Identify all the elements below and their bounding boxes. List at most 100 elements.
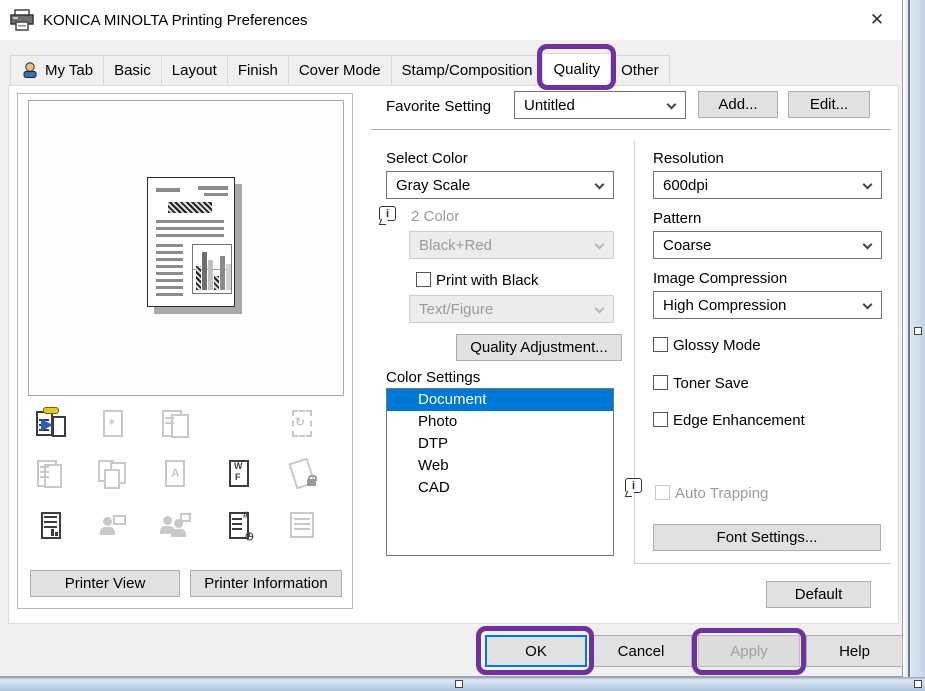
edit-label: Edit...: [810, 96, 848, 113]
watermark-icon: ✶: [96, 407, 130, 441]
close-icon[interactable]: ✕: [862, 5, 892, 35]
info-icon: i: [625, 478, 642, 493]
help-label: Help: [839, 643, 870, 660]
toner-save-checkbox[interactable]: [653, 375, 668, 390]
chevron-down-icon: [863, 240, 873, 250]
text-figure-select: Text/Figure: [409, 295, 614, 323]
preview-panel: ✶ ↻ A WF: [17, 93, 353, 609]
image-compression-value: High Compression: [663, 297, 786, 314]
two-color-value: Black+Red: [419, 237, 492, 254]
ok-button[interactable]: OK: [485, 635, 587, 667]
tab-label: Finish: [238, 62, 278, 79]
default-separator: [634, 563, 891, 564]
copies-icon: [158, 407, 192, 441]
cancel-button[interactable]: Cancel: [590, 635, 692, 667]
printer-information-button[interactable]: Printer Information: [190, 570, 342, 597]
printer-icon: [10, 9, 34, 31]
tab-other[interactable]: Other: [610, 55, 670, 86]
chevron-down-icon: [595, 180, 605, 190]
resolution-select[interactable]: 600dpi: [653, 171, 882, 199]
favorite-setting-label: Favorite Setting: [386, 98, 491, 115]
edge-enhancement-checkbox[interactable]: [653, 412, 668, 427]
quality-adjustment-button[interactable]: Quality Adjustment...: [456, 334, 622, 361]
glossy-mode-label: Glossy Mode: [673, 337, 761, 354]
apply-label: Apply: [730, 643, 768, 660]
color-settings-label: Color Settings: [386, 369, 480, 386]
apply-button: Apply: [698, 635, 800, 667]
tab-quality[interactable]: Quality: [542, 53, 611, 86]
edge-enhancement-label: Edge Enhancement: [673, 412, 805, 429]
window-title: KONICA MINOLTA Printing Preferences: [43, 12, 308, 29]
tab-strip: My Tab Basic Layout Finish Cover Mode St…: [10, 53, 669, 86]
resolution-label: Resolution: [653, 150, 724, 167]
page-number-icon: # ◷: [222, 509, 256, 543]
tab-label: Layout: [172, 62, 217, 79]
toner-save-label: Toner Save: [673, 375, 749, 392]
tab-label: My Tab: [45, 62, 93, 79]
list-item-dtp[interactable]: DTP: [387, 433, 613, 455]
tab-label: Other: [621, 62, 659, 79]
chevron-down-icon: [595, 304, 605, 314]
glossy-mode-checkbox[interactable]: [653, 337, 668, 352]
default-label: Default: [795, 586, 843, 603]
help-button[interactable]: Help: [806, 635, 903, 667]
tab-label: Stamp/Composition: [402, 62, 533, 79]
tab-label: Basic: [114, 62, 151, 79]
pattern-select[interactable]: Coarse: [653, 231, 882, 259]
cancel-label: Cancel: [618, 643, 665, 660]
print-with-black-checkbox[interactable]: [416, 272, 431, 287]
selection-handle[interactable]: [455, 680, 463, 688]
combination-icon: [96, 457, 130, 491]
two-color-select: Black+Red: [409, 231, 614, 259]
printer-view-button[interactable]: Printer View: [30, 570, 180, 597]
tab-stamp-composition[interactable]: Stamp/Composition: [391, 55, 544, 86]
paper-settings-icon: [285, 509, 319, 543]
chevron-down-icon: [863, 300, 873, 310]
list-item-cad[interactable]: CAD: [387, 477, 613, 499]
tab-layout[interactable]: Layout: [161, 55, 228, 86]
default-button[interactable]: Default: [766, 581, 871, 608]
add-label: Add...: [718, 96, 757, 113]
rotate-icon: ↻: [285, 407, 319, 441]
printer-view-label: Printer View: [65, 575, 146, 592]
printer-information-label: Printer Information: [204, 575, 327, 592]
collate-icon: [34, 457, 68, 491]
tab-basic[interactable]: Basic: [103, 55, 162, 86]
favorite-separator: [371, 129, 891, 130]
font-substitution-icon: A: [158, 457, 192, 491]
select-color-value: Gray Scale: [396, 177, 470, 194]
page-preview: [28, 100, 344, 396]
auto-trapping-label: Auto Trapping: [675, 485, 768, 502]
selection-handle[interactable]: [914, 680, 922, 688]
two-color-label: 2 Color: [411, 208, 459, 225]
select-color-select[interactable]: Gray Scale: [386, 171, 614, 199]
image-compression-select[interactable]: High Compression: [653, 291, 882, 319]
list-item-web[interactable]: Web: [387, 455, 613, 477]
text-figure-value: Text/Figure: [419, 301, 493, 318]
account-track-icon: [158, 509, 192, 543]
printing-preferences-dialog: KONICA MINOLTA Printing Preferences ✕ My…: [0, 0, 903, 677]
info-icon: i: [379, 206, 396, 221]
image-compression-label: Image Compression: [653, 270, 787, 287]
font-settings-button[interactable]: Font Settings...: [653, 524, 881, 551]
list-item-document[interactable]: Document: [387, 389, 613, 411]
favorite-setting-value: Untitled: [524, 97, 575, 114]
edit-button[interactable]: Edit...: [788, 91, 870, 118]
document-thumbnail: [147, 177, 235, 307]
font-settings-label: Font Settings...: [717, 529, 818, 546]
chart-document-icon: [34, 509, 68, 543]
auto-trapping-checkbox: [655, 485, 670, 500]
selection-handle[interactable]: [914, 327, 922, 335]
pattern-value: Coarse: [663, 237, 711, 254]
resolution-value: 600dpi: [663, 177, 708, 194]
list-item-photo[interactable]: Photo: [387, 411, 613, 433]
tab-cover-mode[interactable]: Cover Mode: [288, 55, 392, 86]
print-with-black-label: Print with Black: [436, 272, 539, 289]
add-button[interactable]: Add...: [698, 91, 778, 118]
background-window-edge: [908, 0, 910, 691]
thumbnail-bar-chart: [192, 244, 232, 294]
favorite-setting-select[interactable]: Untitled: [514, 91, 686, 119]
tab-my-tab[interactable]: My Tab: [10, 55, 104, 86]
my-tab-person-icon: [21, 62, 39, 78]
tab-finish[interactable]: Finish: [227, 55, 289, 86]
